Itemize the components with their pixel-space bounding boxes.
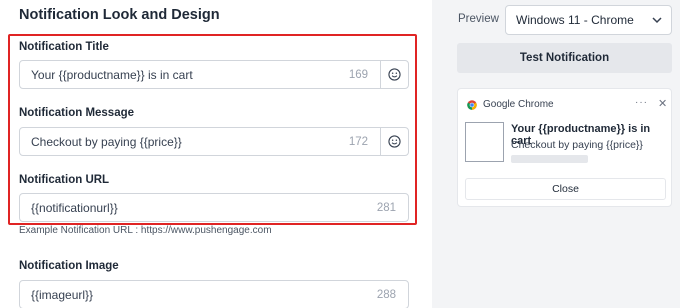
- browser-name: Google Chrome: [483, 99, 554, 110]
- notification-url-placeholder: [511, 155, 588, 163]
- notification-design-page: Notification Look and Design Notificatio…: [0, 0, 680, 308]
- emoji-icon: [388, 68, 401, 81]
- section-title: Notification Look and Design: [19, 7, 220, 23]
- more-icon[interactable]: ···: [635, 97, 648, 108]
- message-label: Notification Message: [19, 107, 135, 119]
- notification-close-button[interactable]: Close: [465, 178, 666, 200]
- message-char-count: 172: [348, 135, 368, 148]
- image-label: Notification Image: [19, 260, 119, 272]
- chevron-down-icon: [652, 17, 662, 24]
- test-notification-button[interactable]: Test Notification: [457, 43, 672, 73]
- notification-preview-card: Google Chrome ··· ✕ Your {{productname}}…: [457, 88, 672, 207]
- preview-device-value: Windows 11 - Chrome: [516, 13, 634, 27]
- message-emoji-button[interactable]: [380, 128, 408, 155]
- design-form: Notification Look and Design Notificatio…: [0, 0, 432, 308]
- title-value[interactable]: Your {{productname}} is in cart: [20, 68, 349, 82]
- notification-message: Checkout by paying {{price}}: [511, 139, 643, 151]
- preview-panel: Preview Windows 11 - Chrome Test Notific…: [432, 0, 680, 308]
- image-char-count: 288: [376, 288, 396, 301]
- emoji-icon: [388, 135, 401, 148]
- title-char-count: 169: [348, 68, 368, 81]
- url-field[interactable]: {{notificationurl}} 281: [19, 193, 409, 222]
- title-field[interactable]: Your {{productname}} is in cart 169: [19, 60, 409, 89]
- preview-label: Preview: [458, 13, 499, 25]
- message-field[interactable]: Checkout by paying {{price}} 172: [19, 127, 409, 156]
- notification-header: Google Chrome: [467, 99, 554, 110]
- title-label: Notification Title: [19, 41, 109, 53]
- url-char-count: 281: [376, 201, 396, 214]
- url-example-hint: Example Notification URL : https://www.p…: [19, 225, 272, 236]
- broken-image-icon: [465, 122, 504, 162]
- url-value[interactable]: {{notificationurl}}: [20, 201, 377, 215]
- chrome-icon: [467, 99, 477, 110]
- close-icon[interactable]: ✕: [658, 97, 667, 110]
- image-field[interactable]: {{imageurl}} 288: [19, 280, 409, 308]
- title-emoji-button[interactable]: [380, 61, 408, 88]
- image-value[interactable]: {{imageurl}}: [20, 288, 377, 302]
- url-label: Notification URL: [19, 174, 110, 186]
- preview-device-select[interactable]: Windows 11 - Chrome: [505, 5, 672, 35]
- message-value[interactable]: Checkout by paying {{price}}: [20, 135, 349, 149]
